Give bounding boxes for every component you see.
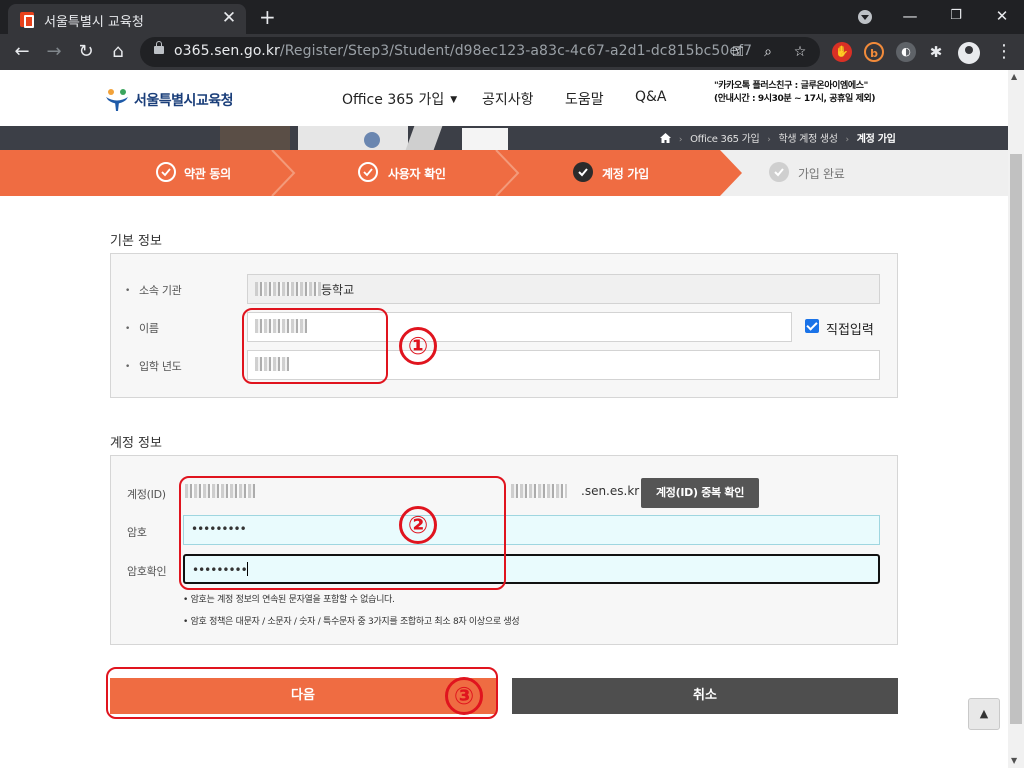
- annotation-number-2: ②: [399, 506, 437, 544]
- logo-mark-icon: [106, 89, 128, 111]
- annotation-number-3: ③: [445, 677, 483, 715]
- new-tab-icon[interactable]: +: [259, 6, 276, 28]
- password-note-2: • 암호 정책은 대문자 / 소문자 / 숫자 / 특수문자 중 3가지를 조합…: [183, 617, 520, 627]
- scroll-thumb[interactable]: [1010, 154, 1022, 724]
- browser-toolbar: ← → ↻ ⌂ o365.sen.go.kr/Register/Step3/St…: [0, 34, 1024, 70]
- hero-banner: › Office 365 가입 › 학생 계정 생성 › 계정 가입: [0, 126, 1008, 150]
- direct-input-label[interactable]: 직접입력: [826, 319, 874, 338]
- check-circle-icon: [358, 162, 378, 182]
- kakao-line2: (안내시간 : 9시30분 ~ 17시, 공휴일 제외): [714, 94, 876, 104]
- extension-mouse-icon[interactable]: ◐: [896, 42, 916, 62]
- site-header: 서울특별시교육청 Office 365 가입 ▼ 공지사항 도움말 Q&A "카카…: [0, 70, 1008, 126]
- logo[interactable]: 서울특별시교육청: [104, 86, 244, 112]
- kakao-line1: "카카오톡 플러스친구 : 글루온아이엠에스": [714, 81, 868, 91]
- id-duplicate-check-button[interactable]: 계정(ID) 중복 확인: [641, 478, 759, 508]
- chevron-right-icon: ›: [845, 135, 850, 145]
- annotation-number-1: ①: [399, 327, 437, 365]
- masked-text: [511, 484, 567, 498]
- org-field: 등학교: [247, 274, 880, 304]
- nav-notice[interactable]: 공지사항: [482, 89, 534, 109]
- account-info-title: 계정 정보: [110, 436, 162, 451]
- reload-icon[interactable]: ↻: [74, 40, 98, 64]
- logo-text: 서울특별시교육청: [134, 93, 234, 109]
- breadcrumb-item[interactable]: Office 365 가입: [690, 134, 760, 145]
- annotation-box-3: [106, 667, 498, 719]
- progress-steps: 약관 동의 사용자 확인 계정 가입 가입 완료: [0, 150, 1008, 196]
- check-circle-icon: [156, 162, 176, 182]
- home-icon[interactable]: [660, 133, 671, 143]
- year-label: 입학 년도: [125, 358, 182, 374]
- tab-search-icon[interactable]: [858, 10, 872, 24]
- url-text[interactable]: o365.sen.go.kr/Register/Step3/Student/d9…: [174, 43, 752, 59]
- forward-icon[interactable]: →: [42, 40, 66, 64]
- key-icon[interactable]: ⚿: [728, 42, 748, 62]
- kakao-info: "카카오톡 플러스친구 : 글루온아이엠에스" (안내시간 : 9시30분 ~ …: [714, 80, 875, 106]
- breadcrumb: › Office 365 가입 › 학생 계정 생성 › 계정 가입: [660, 130, 896, 145]
- breadcrumb-item[interactable]: 학생 계정 생성: [778, 134, 837, 145]
- direct-input-checkbox[interactable]: [805, 319, 819, 333]
- minimize-icon[interactable]: —: [900, 4, 920, 28]
- banner-image-part: [220, 126, 290, 150]
- check-circle-icon: [769, 162, 789, 182]
- zoom-icon[interactable]: ⌕: [758, 42, 778, 62]
- check-circle-icon: [573, 162, 593, 182]
- office-favicon-icon: [20, 12, 34, 28]
- nav-help[interactable]: 도움말: [565, 89, 604, 109]
- browser-tab[interactable]: 서울특별시 교육청 ✕: [8, 4, 246, 34]
- page-scrollbar[interactable]: ▲ ▼: [1008, 70, 1024, 768]
- banner-image-part: [462, 128, 508, 150]
- banner-image-part: [364, 132, 380, 148]
- id-label: 계정(ID): [127, 488, 166, 501]
- step-user-verify: 사용자 확인: [280, 150, 504, 196]
- extension-stop-icon[interactable]: ✋: [832, 42, 852, 62]
- scroll-down-icon[interactable]: ▼: [1011, 756, 1017, 765]
- chevron-right-icon: ›: [678, 135, 683, 145]
- breadcrumb-current: 계정 가입: [856, 134, 896, 145]
- step-complete: 가입 완료: [742, 150, 1008, 196]
- chevron-down-icon: ▼: [450, 95, 458, 105]
- basic-info-title: 기본 정보: [110, 234, 162, 249]
- lock-icon[interactable]: [154, 41, 164, 54]
- password-confirm-label: 암호확인: [127, 565, 167, 578]
- restore-icon[interactable]: ❐: [946, 4, 966, 28]
- home-icon[interactable]: ⌂: [106, 40, 130, 64]
- browser-tab-strip: 서울특별시 교육청 ✕ + — ❐ ✕: [0, 0, 1024, 34]
- cancel-button[interactable]: 취소: [512, 678, 898, 714]
- close-window-icon[interactable]: ✕: [992, 4, 1012, 28]
- masked-text: [255, 282, 321, 296]
- extensions-puzzle-icon[interactable]: ✱: [926, 42, 946, 62]
- step-label: 약관 동의: [184, 167, 231, 181]
- star-icon[interactable]: ☆: [790, 42, 810, 62]
- chevron-right-icon: ›: [767, 135, 771, 145]
- id-domain: .sen.es.kr: [581, 484, 640, 498]
- page-content: 서울특별시교육청 Office 365 가입 ▼ 공지사항 도움말 Q&A "카카…: [0, 70, 1008, 768]
- scroll-top-button[interactable]: ▲: [968, 698, 1000, 730]
- address-bar[interactable]: o365.sen.go.kr/Register/Step3/Student/d9…: [140, 37, 820, 67]
- annotation-box-1: [242, 308, 388, 384]
- back-icon[interactable]: ←: [10, 40, 34, 64]
- step-account-signup: 계정 가입: [504, 150, 734, 196]
- banner-image-part: [298, 126, 408, 150]
- close-tab-icon[interactable]: ✕: [220, 8, 238, 28]
- annotation-box-2: [179, 476, 506, 590]
- name-label: 이름: [125, 320, 159, 336]
- password-label: 암호: [127, 526, 147, 539]
- password-note-1: • 암호는 계정 정보의 연속된 문자열을 포함할 수 없습니다.: [183, 595, 395, 605]
- org-label: 소속 기관: [125, 282, 182, 298]
- step-label: 계정 가입: [602, 167, 649, 181]
- step-label: 가입 완료: [798, 167, 845, 181]
- extension-b-icon[interactable]: b: [864, 42, 884, 62]
- org-suffix: 등학교: [321, 283, 355, 297]
- tab-title: 서울특별시 교육청: [44, 15, 144, 30]
- step-label: 사용자 확인: [388, 167, 446, 181]
- profile-icon[interactable]: [958, 42, 980, 64]
- scroll-up-icon[interactable]: ▲: [1011, 72, 1017, 81]
- step-terms: 약관 동의: [0, 150, 280, 196]
- basic-info-box: 소속 기관 등학교 이름 직접입력 입학 년도: [110, 253, 898, 398]
- banner-image-part: [405, 126, 443, 150]
- menu-icon[interactable]: ⋮: [992, 40, 1016, 64]
- nav-qna[interactable]: Q&A: [635, 89, 667, 105]
- nav-office365[interactable]: Office 365 가입 ▼: [342, 89, 457, 109]
